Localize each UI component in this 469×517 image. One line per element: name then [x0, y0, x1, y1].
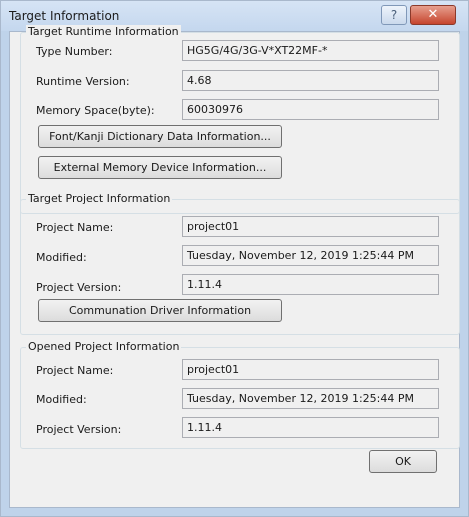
opened-project-version-label: Project Version: — [36, 423, 122, 436]
dialog-title: Target Information — [9, 9, 120, 23]
close-button[interactable]: ✕ — [410, 5, 456, 25]
ok-label: OK — [395, 455, 411, 468]
opened-project-version-field[interactable]: 1.11.4 — [182, 417, 439, 438]
target-project-name-label: Project Name: — [36, 221, 114, 234]
dialog-body: Target Runtime Information Type Number: … — [9, 25, 460, 508]
font-kanji-info-button[interactable]: Font/Kanji Dictionary Data Information..… — [38, 125, 282, 148]
help-button[interactable]: ? — [381, 5, 407, 25]
target-project-version-field[interactable]: 1.11.4 — [182, 274, 439, 295]
opened-project-legend: Opened Project Information — [26, 340, 182, 353]
font-kanji-info-label: Font/Kanji Dictionary Data Information..… — [49, 130, 271, 143]
target-modified-field[interactable]: Tuesday, November 12, 2019 1:25:44 PM — [182, 245, 439, 266]
target-project-name-field[interactable]: project01 — [182, 216, 439, 237]
opened-modified-label: Modified: — [36, 393, 87, 406]
runtime-version-label: Runtime Version: — [36, 75, 130, 88]
opened-project-name-field[interactable]: project01 — [182, 359, 439, 380]
opened-project-name-label: Project Name: — [36, 364, 114, 377]
target-project-legend: Target Project Information — [26, 192, 173, 205]
communication-driver-info-button[interactable]: Communation Driver Information — [38, 299, 282, 322]
type-number-label: Type Number: — [36, 45, 113, 58]
type-number-field[interactable]: HG5G/4G/3G-V*XT22MF-* — [182, 40, 439, 61]
memory-space-label: Memory Space(byte): — [36, 104, 155, 117]
target-information-dialog: Target Information ? ✕ Target Runtime In… — [0, 0, 469, 517]
memory-space-field[interactable]: 60030976 — [182, 99, 439, 120]
ok-button[interactable]: OK — [369, 450, 437, 473]
runtime-version-field[interactable]: 4.68 — [182, 70, 439, 91]
external-memory-info-label: External Memory Device Information... — [53, 161, 267, 174]
help-icon: ? — [390, 8, 398, 22]
external-memory-info-button[interactable]: External Memory Device Information... — [38, 156, 282, 179]
target-runtime-legend: Target Runtime Information — [26, 25, 181, 38]
communication-driver-info-label: Communation Driver Information — [68, 304, 252, 317]
target-modified-label: Modified: — [36, 251, 87, 264]
opened-modified-field[interactable]: Tuesday, November 12, 2019 1:25:44 PM — [182, 388, 439, 409]
target-project-version-label: Project Version: — [36, 281, 122, 294]
close-icon: ✕ — [427, 7, 439, 22]
